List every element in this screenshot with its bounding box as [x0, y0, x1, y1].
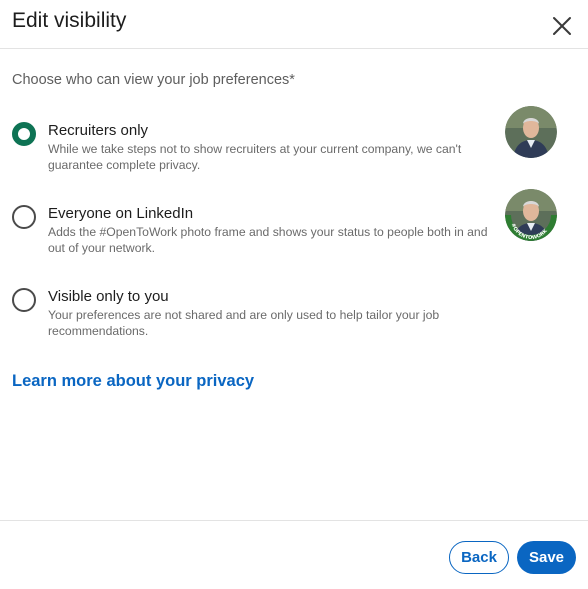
option-text: Visible only to you Your preferences are…	[48, 287, 488, 339]
dialog-footer: Back Save	[0, 520, 588, 589]
radio-recruiters-only[interactable]	[12, 122, 36, 146]
option-text: Recruiters only While we take steps not …	[48, 121, 488, 173]
option-visible-only-to-you[interactable]: Visible only to you Your preferences are…	[0, 287, 588, 357]
dialog-header: Edit visibility	[0, 0, 588, 49]
option-description: While we take steps not to show recruite…	[48, 142, 462, 172]
option-label: Recruiters only	[48, 122, 149, 139]
edit-visibility-dialog: Edit visibility Choose who can view your…	[0, 0, 588, 589]
option-text: Everyone on LinkedIn Adds the #OpenToWor…	[48, 204, 488, 256]
close-icon	[553, 17, 571, 35]
profile-photo-icon	[505, 106, 557, 158]
avatar	[505, 106, 557, 158]
close-button[interactable]	[546, 10, 578, 42]
option-label: Everyone on LinkedIn	[48, 205, 194, 222]
radio-visible-only-to-you[interactable]	[12, 288, 36, 312]
radio-everyone-on-linkedin[interactable]	[12, 205, 36, 229]
option-description: Adds the #OpenToWork photo frame and sho…	[48, 225, 488, 255]
visibility-prompt: Choose who can view your job preferences…	[12, 72, 295, 88]
option-recruiters-only[interactable]: Recruiters only While we take steps not …	[0, 106, 588, 191]
learn-more-privacy-link[interactable]: Learn more about your privacy	[12, 372, 254, 391]
profile-photo-opentowork-icon: #OPENTOWORK	[505, 189, 557, 241]
option-everyone-on-linkedin[interactable]: Everyone on LinkedIn Adds the #OpenToWor…	[0, 189, 588, 274]
option-label: Visible only to you	[48, 288, 169, 305]
avatar-opentowork: #OPENTOWORK	[505, 189, 557, 241]
save-button[interactable]: Save	[517, 541, 576, 574]
back-button[interactable]: Back	[449, 541, 509, 574]
dialog-title: Edit visibility	[12, 9, 127, 32]
option-description: Your preferences are not shared and are …	[48, 308, 440, 338]
